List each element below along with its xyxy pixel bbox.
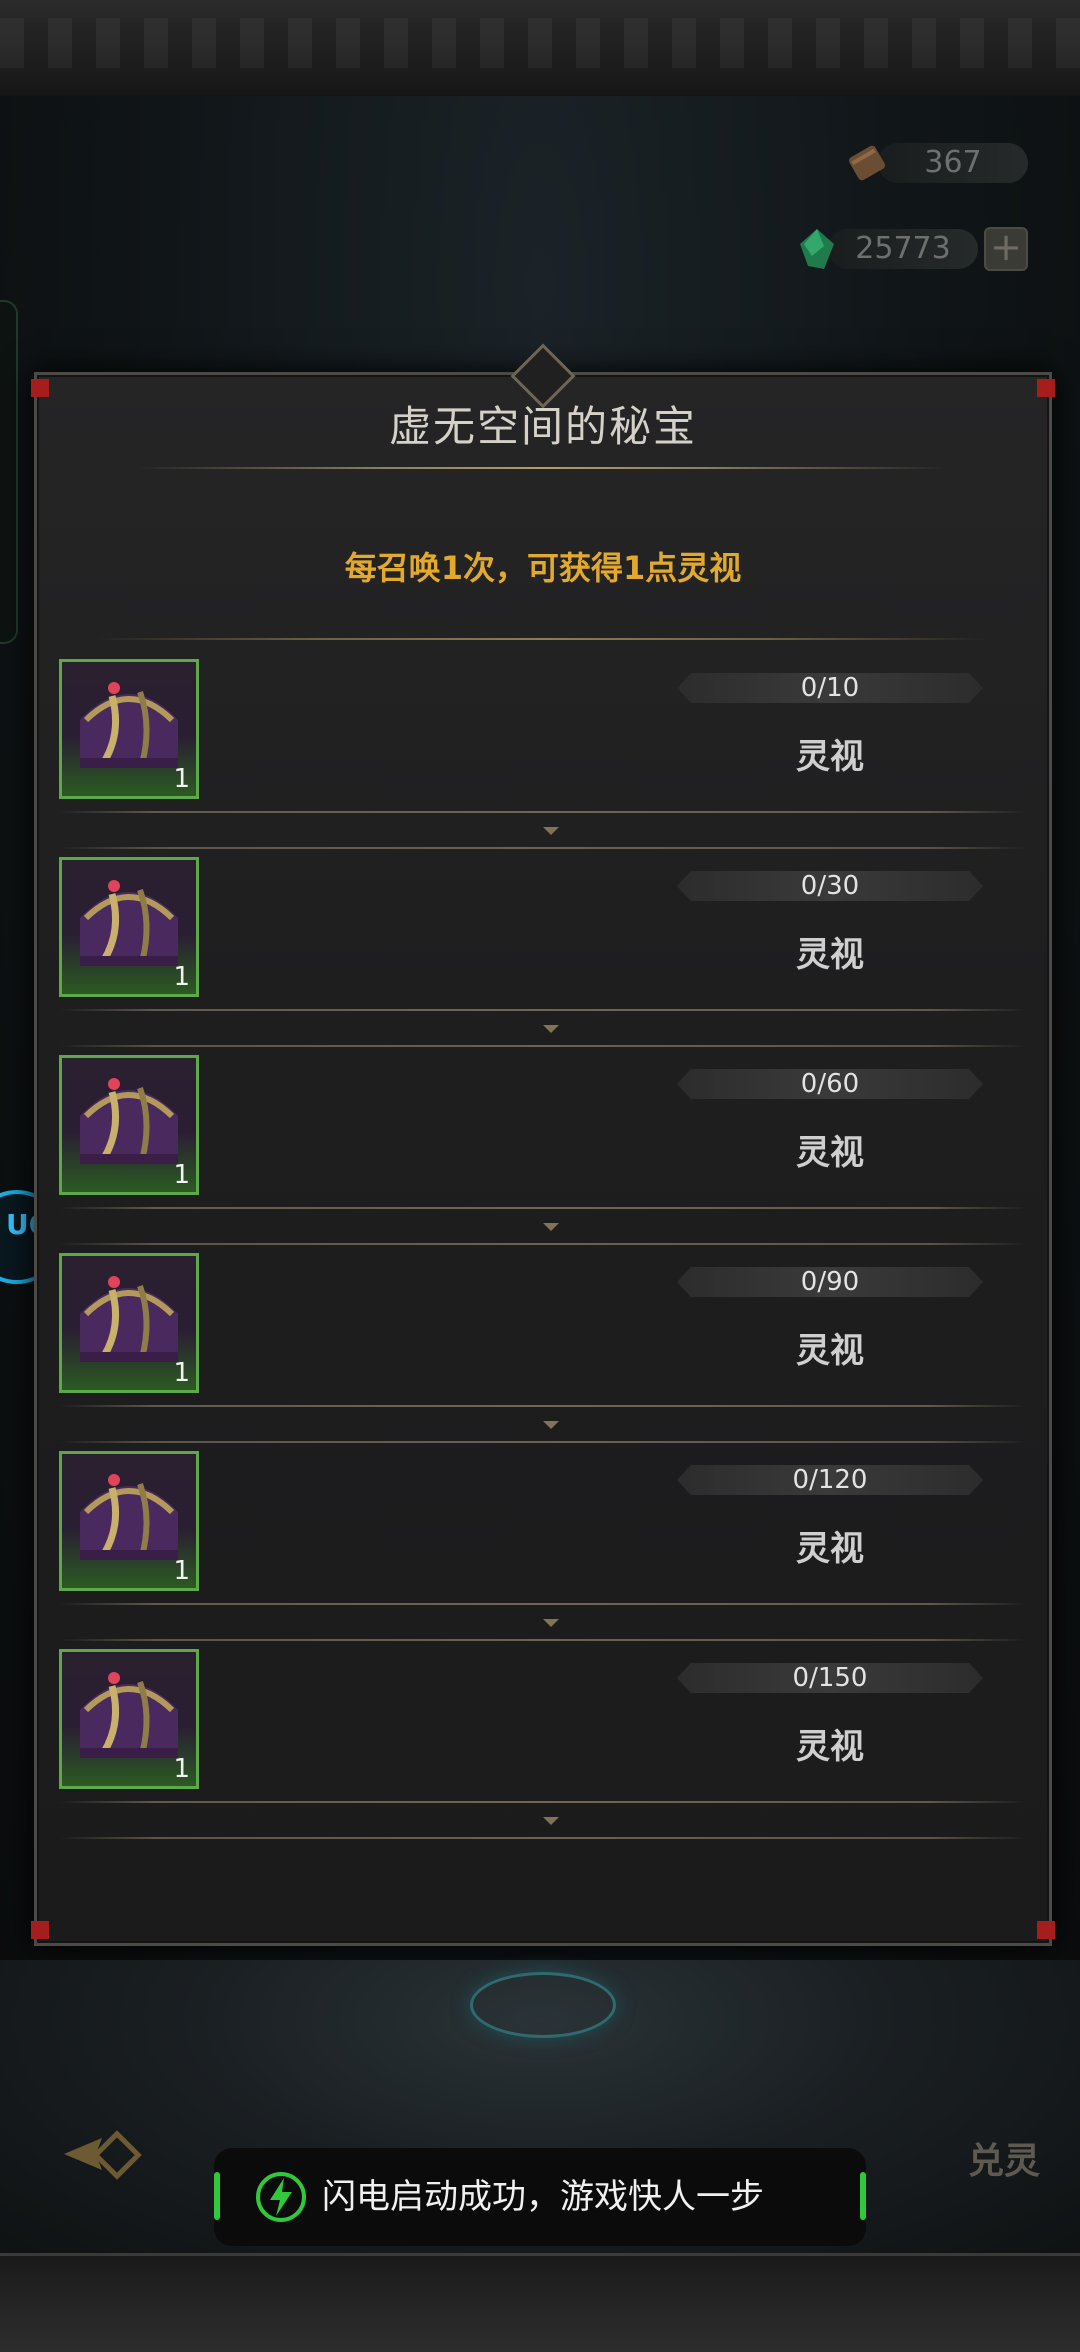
toast-message: 闪电启动成功，游戏快人一步: [322, 2177, 764, 2217]
milestone-row: 1 0/90 灵视: [59, 1245, 1027, 1443]
row-divider: [59, 1837, 1027, 1839]
boost-toast: 闪电启动成功，游戏快人一步: [214, 2148, 866, 2246]
progress-counter: 0/30: [677, 871, 983, 901]
reward-label: 灵视: [796, 1133, 864, 1173]
scroll-count: 367: [878, 143, 1028, 183]
progress-counter: 0/150: [677, 1663, 983, 1693]
milestone-row: 1 0/150 灵视: [59, 1641, 1027, 1839]
treasure-chest-item[interactable]: 1: [59, 857, 199, 997]
add-crystal-button[interactable]: +: [984, 227, 1028, 271]
treasure-chest-item[interactable]: 1: [59, 1451, 199, 1591]
summon-circle[interactable]: [470, 1972, 616, 2038]
left-edge-panel[interactable]: [0, 300, 18, 644]
back-arrow-icon[interactable]: [62, 2128, 154, 2180]
row-divider: [59, 1009, 1027, 1011]
milestone-row: 1 0/60 灵视: [59, 1047, 1027, 1245]
chest-quantity: 1: [173, 764, 190, 794]
divider-ornament: [543, 1223, 559, 1231]
reward-label: 灵视: [796, 1727, 864, 1767]
chest-quantity: 1: [173, 962, 190, 992]
corner-ornament: [1037, 1921, 1055, 1939]
reward-label: 灵视: [796, 935, 864, 975]
bottom-frame: [0, 2253, 1080, 2352]
panel-subtitle: 每召唤1次，可获得1点灵视: [344, 549, 742, 587]
treasure-chest-item[interactable]: 1: [59, 1649, 199, 1789]
progress-counter: 0/90: [677, 1267, 983, 1297]
exchange-button[interactable]: 兑灵: [968, 2132, 1040, 2184]
treasure-chest-item[interactable]: 1: [59, 1055, 199, 1195]
reward-label: 灵视: [796, 737, 864, 777]
row-divider: [59, 1801, 1027, 1803]
top-frame: [0, 0, 1080, 99]
green-crystal-icon: [800, 229, 834, 269]
lightning-icon: [256, 2172, 306, 2222]
subtitle-divider: [97, 638, 989, 640]
chest-quantity: 1: [173, 1754, 190, 1784]
milestone-row: 1 0/30 灵视: [59, 849, 1027, 1047]
scroll-icon: [848, 145, 886, 181]
divider-ornament: [543, 1025, 559, 1033]
corner-ornament: [31, 1921, 49, 1939]
divider-ornament: [543, 1619, 559, 1627]
chest-quantity: 1: [173, 1160, 190, 1190]
chest-quantity: 1: [173, 1556, 190, 1586]
crystal-count: 25773: [828, 229, 978, 269]
milestone-row: 1 0/10 灵视: [59, 651, 1027, 849]
progress-counter: 0/60: [677, 1069, 983, 1099]
divider-ornament: [543, 827, 559, 835]
reward-label: 灵视: [796, 1529, 864, 1569]
divider-ornament: [543, 1817, 559, 1825]
resource-scroll: 367: [844, 140, 1028, 186]
progress-counter: 0/120: [677, 1465, 983, 1495]
milestone-row: 1 0/120 灵视: [59, 1443, 1027, 1641]
panel-title: 虚无空间的秘宝: [388, 402, 697, 451]
divider-ornament: [543, 1421, 559, 1429]
progress-counter: 0/10: [677, 673, 983, 703]
reward-label: 灵视: [796, 1331, 864, 1371]
chest-quantity: 1: [173, 1358, 190, 1388]
resource-crystal: 25773 +: [794, 226, 1028, 272]
reward-panel: 虚无空间的秘宝 每召唤1次，可获得1点灵视 1 0/10 灵视 1 0/30 灵…: [31, 343, 1055, 1946]
treasure-chest-item[interactable]: 1: [59, 1253, 199, 1393]
row-divider: [59, 1603, 1027, 1605]
row-divider: [59, 1207, 1027, 1209]
toast-accent: [214, 2172, 220, 2220]
title-divider: [137, 467, 949, 469]
row-divider: [59, 1405, 1027, 1407]
treasure-chest-item[interactable]: 1: [59, 659, 199, 799]
row-divider: [59, 811, 1027, 813]
toast-accent: [860, 2172, 866, 2220]
